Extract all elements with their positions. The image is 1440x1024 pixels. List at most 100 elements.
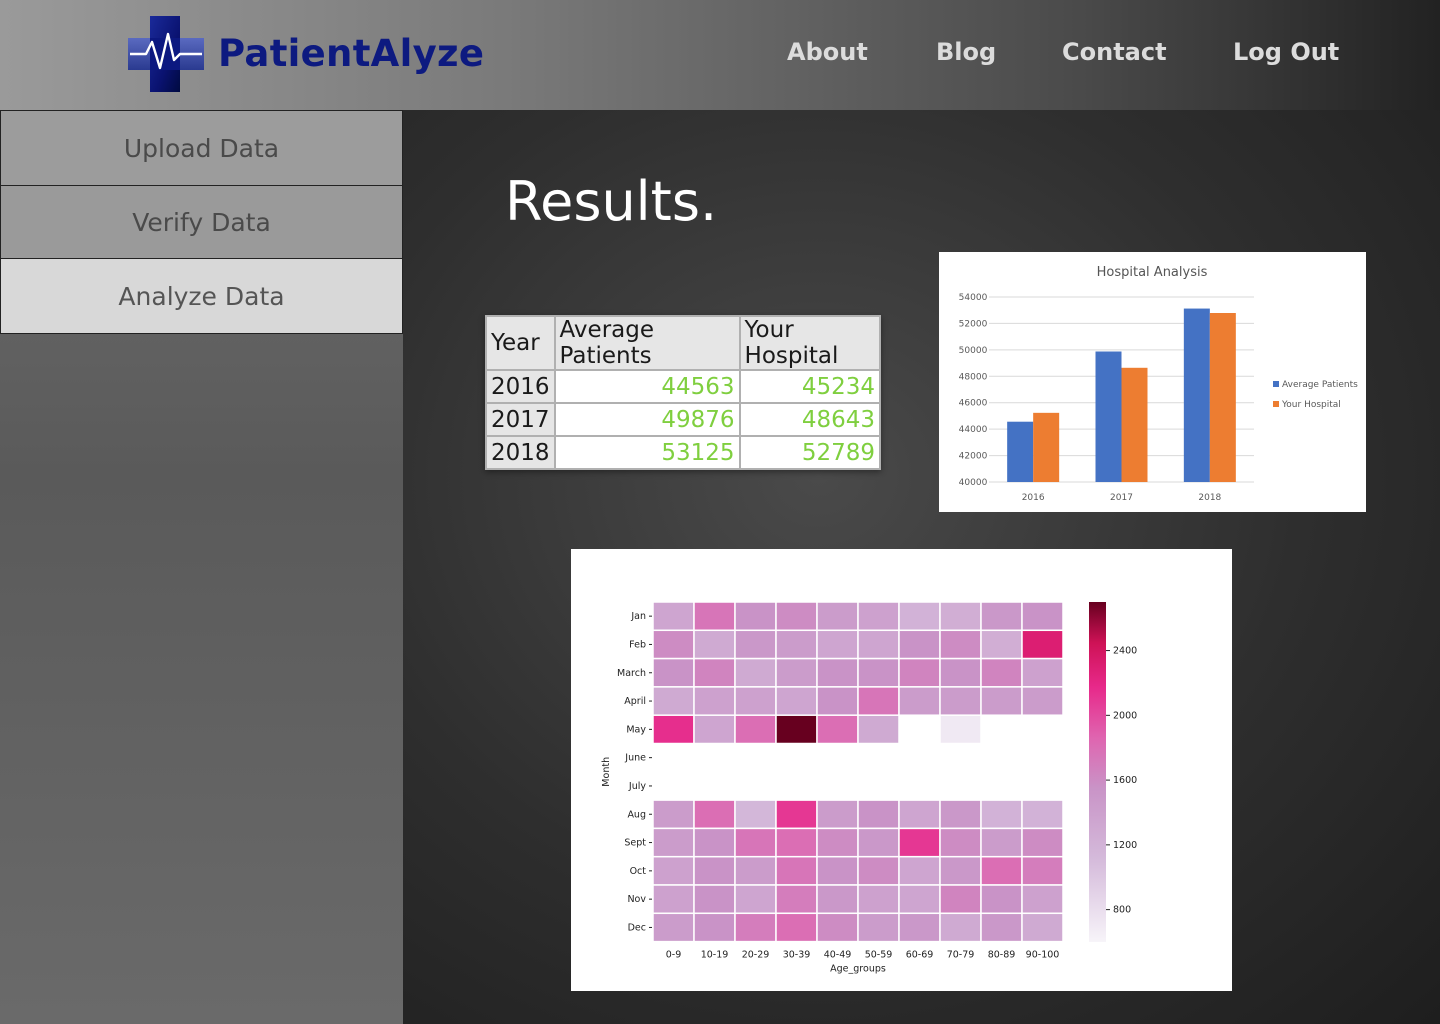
heatmap-cell: [857, 629, 900, 660]
heatmap-cell: [775, 827, 818, 858]
heatmap-chart: Jan Feb March April May June July Aug Sept Oct Nov…: [601, 601, 1137, 975]
y-axis-label: Month: [601, 757, 612, 787]
y-tick-label: Jan: [630, 611, 646, 622]
heatmap-cell: [898, 629, 941, 660]
bar-your-hospital: [1121, 367, 1148, 482]
heatmap-cell: [1021, 601, 1064, 632]
heatmap-cell: [734, 714, 777, 745]
hospital-cell: 48643: [738, 402, 882, 437]
colorbar: [1089, 602, 1106, 942]
heatmap-cell: [816, 884, 859, 915]
heatmap-cell: [816, 686, 859, 716]
heatmap-cell: [734, 855, 777, 886]
heatmap-cell: [898, 912, 941, 943]
heatmap-cell: [980, 686, 1023, 716]
results-table: Year Average Patients Your Hospital 2016…: [485, 315, 882, 470]
average-cell: 44563: [553, 369, 741, 404]
heatmap-cell: [816, 912, 859, 943]
table-row: 2018 53125 52789: [485, 435, 882, 470]
heatmap-cell: [693, 657, 736, 688]
heatmap-cell: [652, 686, 695, 716]
y-tick-label: 42000: [959, 452, 988, 462]
y-tick-label: March: [617, 668, 646, 679]
heatmap-cell: [939, 855, 982, 886]
heatmap-cell: [857, 714, 900, 745]
y-tick-label: June: [624, 753, 646, 764]
chart-title: Hospital Analysis: [1097, 265, 1208, 280]
legend-label: Average Patients: [1282, 380, 1358, 390]
heatmap-cell: [939, 686, 982, 716]
bar-average-patients: [1183, 308, 1210, 482]
y-tick-label: May: [626, 724, 646, 735]
heatmap-cell: [1021, 912, 1064, 943]
heatmap-cell: [898, 657, 941, 688]
heatmap-cell: [898, 855, 941, 886]
heatmap-cell: [980, 629, 1023, 660]
heatmap-cell: [816, 855, 859, 886]
average-cell: 49876: [553, 402, 741, 437]
heatmap-cell: [693, 884, 736, 915]
x-tick-label: 2017: [1110, 493, 1133, 503]
table-row: 2016 44563 45234: [485, 369, 882, 404]
x-tick-label: 70-79: [947, 950, 975, 961]
sidebar-item-verify-data[interactable]: Verify Data: [0, 185, 403, 259]
x-tick-label: 10-19: [701, 950, 729, 961]
y-tick-label: 54000: [959, 293, 988, 303]
heatmap-cell: [816, 629, 859, 660]
y-tick-label: July: [628, 781, 646, 792]
heatmap-cell: [734, 686, 777, 716]
x-tick-label: 50-59: [865, 950, 893, 961]
heatmap-cell: [857, 601, 900, 632]
column-header: Your Hospital: [738, 315, 882, 371]
nav-logout[interactable]: Log Out: [1233, 38, 1339, 66]
y-tick-label: Aug: [627, 809, 646, 820]
heatmap-cell: [980, 827, 1023, 858]
heatmap-cell: [652, 884, 695, 915]
heatmap-cell: [734, 827, 777, 858]
heatmap-cell: [857, 912, 900, 943]
table-row: 2017 49876 48643: [485, 402, 882, 437]
nav-contact[interactable]: Contact: [1062, 38, 1167, 66]
heatmap-cell: [775, 799, 818, 830]
x-tick-label: 30-39: [783, 950, 811, 961]
y-tick-label: Oct: [630, 866, 647, 877]
heatmap-cell: [693, 686, 736, 716]
sidebar: Upload Data Verify Data Analyze Data: [0, 110, 403, 1024]
heatmap-cell: [734, 657, 777, 688]
sidebar-item-upload-data[interactable]: Upload Data: [0, 110, 403, 186]
heatmap-cell: [939, 714, 982, 745]
colorbar-tick-label: 1200: [1113, 840, 1137, 851]
nav-blog[interactable]: Blog: [936, 38, 996, 66]
x-tick-label: 40-49: [824, 950, 852, 961]
heatmap-cell: [734, 799, 777, 830]
heatmap-cell: [1021, 855, 1064, 886]
nav-about[interactable]: About: [787, 38, 868, 66]
x-tick-label: 80-89: [988, 950, 1016, 961]
hospital-cell: 45234: [738, 369, 882, 404]
bar-average-patients: [1095, 351, 1122, 482]
heatmap-cell: [775, 912, 818, 943]
heatmap-cell: [857, 884, 900, 915]
heatmap-cell: [816, 714, 859, 745]
column-header: Average Patients: [553, 315, 741, 371]
heatmap-cell: [980, 657, 1023, 688]
heatmap-cell: [857, 827, 900, 858]
heatmap-cell: [1021, 827, 1064, 858]
heatmap-cell: [816, 601, 859, 632]
heatmap-cell: [693, 799, 736, 830]
y-tick-label: Dec: [628, 922, 646, 933]
heatmap-cell: [693, 629, 736, 660]
sidebar-item-analyze-data[interactable]: Analyze Data: [0, 258, 403, 334]
legend-swatch: [1273, 381, 1279, 387]
heatmap-cell: [652, 855, 695, 886]
colorbar-tick-label: 800: [1113, 905, 1131, 916]
heatmap-cell: [939, 601, 982, 632]
colorbar-tick-label: 2400: [1113, 646, 1137, 657]
heatmap-cell: [980, 855, 1023, 886]
heatmap-cell: [775, 601, 818, 632]
main-nav: About Blog Contact Log Out: [0, 38, 1440, 74]
heatmap-cell: [816, 799, 859, 830]
y-tick-label: 44000: [959, 425, 988, 435]
heatmap-cell: [693, 855, 736, 886]
x-tick-label: 0-9: [666, 950, 682, 961]
